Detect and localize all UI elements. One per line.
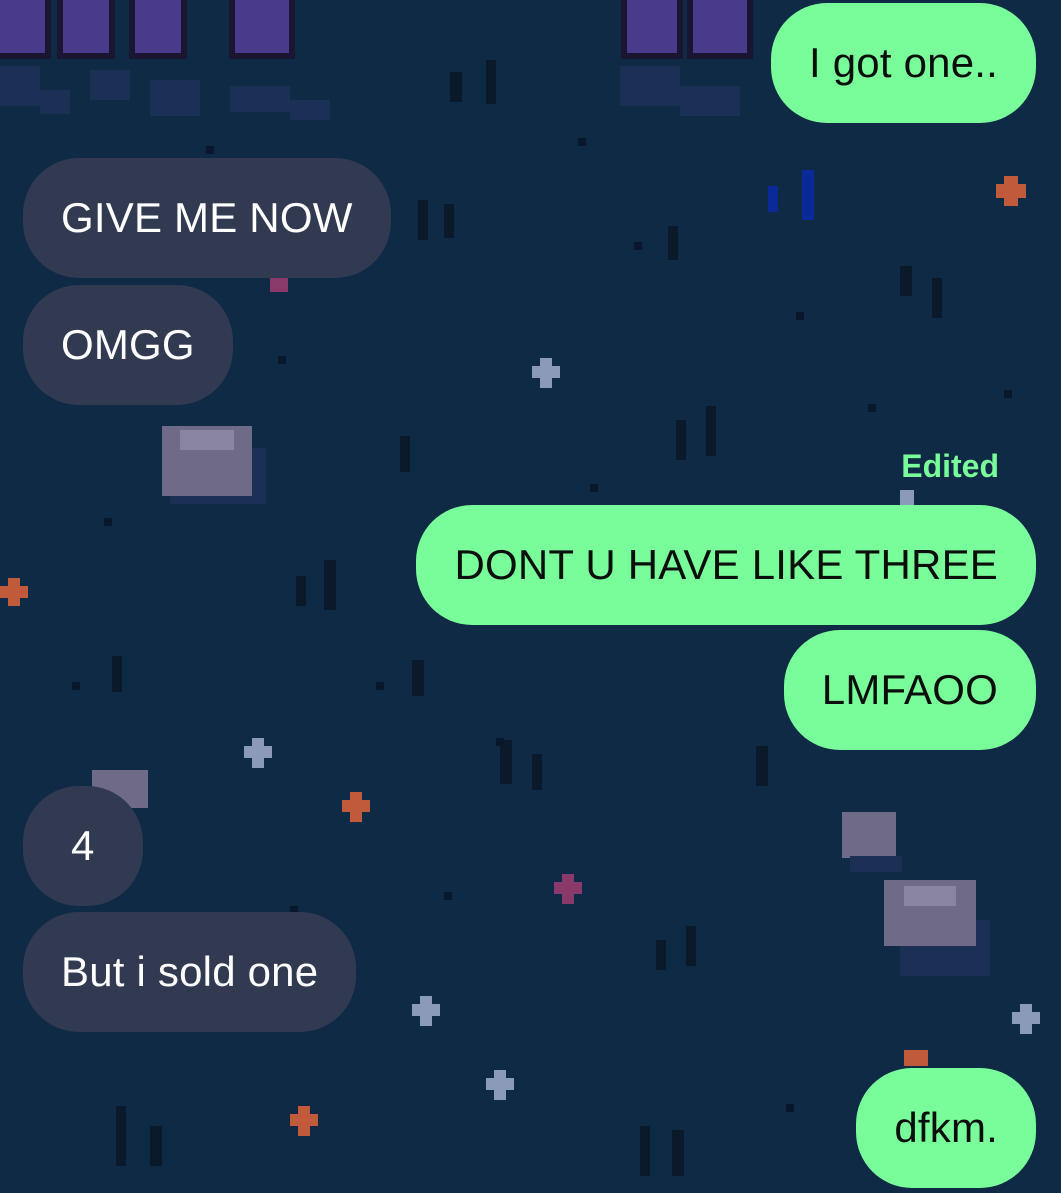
message-bubble-incoming[interactable]: GIVE ME NOW (23, 158, 391, 278)
message-bubble-incoming[interactable]: But i sold one (23, 912, 357, 1032)
fence-shadow (0, 66, 740, 120)
message-bubble-outgoing[interactable]: dfkm. (856, 1068, 1036, 1188)
edited-label: Edited (901, 448, 999, 484)
message-bubble-outgoing[interactable]: I got one.. (770, 3, 1036, 123)
blue-tuft (768, 170, 814, 220)
message-bubble-outgoing[interactable]: DONT U HAVE LIKE THREE (416, 505, 1036, 625)
message-bubble-outgoing[interactable]: LMFAOO (783, 630, 1036, 750)
fence-left (0, 0, 295, 59)
fence-right (621, 0, 753, 59)
message-bubble-incoming[interactable]: 4 (23, 786, 143, 906)
chat-thread: I got one.. GIVE ME NOW OMGG Edited DONT… (0, 0, 1061, 1193)
message-bubble-incoming[interactable]: OMGG (23, 285, 233, 405)
